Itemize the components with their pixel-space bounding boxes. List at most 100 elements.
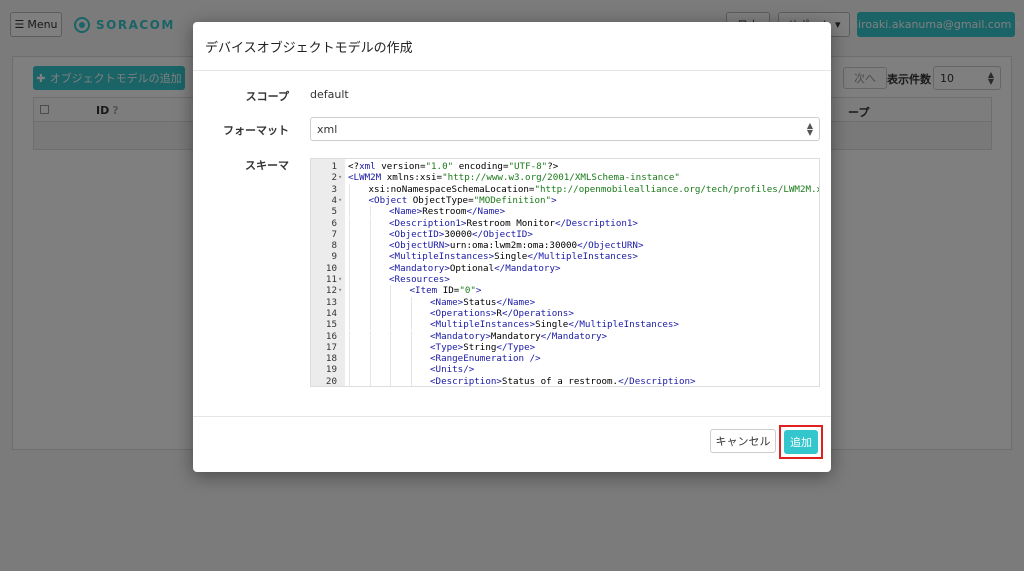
indent-guide: [349, 217, 350, 229]
code-text: <Object ObjectType="MODefinition">: [368, 194, 557, 206]
line-number: 12: [325, 285, 337, 297]
indent-guide: [349, 183, 350, 195]
line-number: 11: [325, 274, 337, 285]
code-line: 7 <ObjectID>30000</ObjectID>: [311, 228, 819, 241]
indent-guide: [349, 240, 350, 252]
code-line: 20 <Description>Status of a restroom.</De…: [311, 375, 819, 387]
code-line: 12 ▾ <Item ID="0">: [311, 285, 819, 297]
code-line: 17 <Type>String</Type>: [311, 341, 819, 354]
code-text: <Description>Status of a restroom.</Desc…: [430, 375, 696, 387]
line-number: 10: [325, 262, 337, 274]
indent-guide: [390, 330, 391, 342]
indent-guide: [410, 296, 412, 308]
scope-value: default: [310, 88, 349, 101]
code-line: 19 <Units/>: [311, 364, 819, 376]
add-button[interactable]: 追加: [784, 430, 818, 454]
indent-guide: [349, 341, 350, 354]
indent-guide: [369, 217, 371, 229]
schema-code-editor[interactable]: 1 <?xml version="1.0" encoding="UTF-8"?> 2…: [310, 158, 820, 387]
indent-guide: [390, 364, 391, 376]
line-number: 6: [331, 217, 337, 229]
code-line: 4 ▾ <Object ObjectType="MODefinition">: [311, 194, 819, 207]
fold-arrow-icon[interactable]: ▾: [338, 285, 342, 296]
indent-guide: [369, 375, 371, 386]
dialog-title: デバイスオブジェクトモデルの作成: [193, 22, 831, 71]
code-line: 10 <Mandatory>Optional</Mandatory>: [311, 262, 819, 274]
code-line: 6 <Description1>Restroom Monitor</Descrip…: [311, 217, 819, 229]
line-number: 4: [331, 194, 337, 206]
indent-guide: [410, 353, 412, 365]
code-text: <ObjectID>30000</ObjectID>: [389, 228, 533, 240]
code-text: <?xml version="1.0" encoding="UTF-8"?>: [348, 161, 559, 172]
line-number: 14: [325, 307, 337, 319]
code-line: 2 ▾ <LWM2M xmlns:xsi="http://www.w3.org/20…: [311, 172, 819, 184]
indent-guide: [369, 228, 371, 241]
code-line: 1 <?xml version="1.0" encoding="UTF-8"?>: [311, 161, 819, 172]
line-number: 3: [331, 183, 337, 195]
indent-guide: [410, 330, 412, 342]
code-text: <Mandatory>Optional</Mandatory>: [389, 262, 561, 274]
indent-guide: [369, 296, 371, 308]
line-number: 5: [331, 206, 337, 218]
indent-guide: [369, 330, 371, 342]
indent-guide: [349, 251, 350, 263]
highlight-box: 追加: [779, 425, 823, 459]
code-text: <MultipleInstances>Single</MultipleInsta…: [389, 251, 638, 263]
create-object-model-dialog: デバイスオブジェクトモデルの作成 スコープ default フォーマット xml…: [193, 22, 831, 472]
line-number: 15: [325, 319, 337, 331]
indent-guide: [390, 285, 391, 297]
indent-guide: [349, 206, 350, 218]
indent-guide: [410, 364, 412, 376]
code-text: <MultipleInstances>Single</MultipleInsta…: [430, 319, 679, 331]
indent-guide: [349, 262, 350, 274]
schema-label: スキーマ: [245, 159, 289, 172]
code-text: <Name>Status</Name>: [430, 296, 536, 308]
dialog-footer: キャンセル 追加: [193, 416, 831, 472]
indent-guide: [349, 228, 350, 241]
indent-guide: [369, 353, 371, 365]
indent-guide: [390, 353, 391, 365]
indent-guide: [349, 319, 350, 331]
fold-arrow-icon[interactable]: ▾: [338, 172, 342, 183]
indent-guide: [369, 341, 371, 354]
indent-guide: [410, 319, 412, 331]
indent-guide: [349, 274, 350, 286]
code-text: <Type>String</Type>: [430, 341, 536, 353]
indent-guide: [369, 307, 371, 320]
indent-guide: [369, 274, 371, 286]
indent-guide: [349, 364, 350, 376]
line-number: 8: [331, 240, 337, 252]
indent-guide: [369, 240, 371, 252]
fold-arrow-icon[interactable]: ▾: [338, 274, 342, 285]
code-line: 13 <Name>Status</Name>: [311, 296, 819, 308]
line-number: 2: [331, 172, 337, 184]
code-text: <ObjectURN>urn:oma:lwm2m:oma:30000</Obje…: [389, 240, 644, 252]
line-number: 19: [325, 364, 337, 376]
code-text: <Mandatory>Mandatory</Mandatory>: [430, 330, 608, 342]
line-number: 18: [325, 353, 337, 365]
line-number: 9: [331, 251, 337, 263]
code-line: 9 <MultipleInstances>Single</MultipleInst…: [311, 251, 819, 263]
code-line: 15 <MultipleInstances>Single</MultipleIns…: [311, 319, 819, 331]
code-text: <Description1>Restroom Monitor</Descript…: [389, 217, 638, 229]
indent-guide: [349, 285, 350, 297]
format-select[interactable]: xml ▲ ▼: [310, 117, 820, 141]
indent-guide: [390, 296, 391, 308]
code-line: 8 <ObjectURN>urn:oma:lwm2m:oma:30000</Obj…: [311, 240, 819, 252]
indent-guide: [390, 307, 391, 320]
line-number: 17: [325, 341, 337, 353]
scope-label: スコープ: [245, 90, 289, 103]
code-line: 18 <RangeEnumeration />: [311, 353, 819, 365]
line-number: 7: [331, 228, 337, 240]
code-text: <Operations>R</Operations>: [430, 307, 574, 319]
cancel-button[interactable]: キャンセル: [710, 429, 776, 453]
indent-guide: [349, 194, 350, 207]
fold-arrow-icon[interactable]: ▾: [338, 195, 342, 206]
code-text: <RangeEnumeration />: [430, 353, 541, 365]
line-number: 13: [325, 296, 337, 308]
line-number: 1: [331, 161, 337, 172]
line-number: 20: [325, 375, 337, 387]
code-line: 3 xsi:noNamespaceSchemaLocation="http://o…: [311, 183, 819, 195]
indent-guide: [369, 319, 371, 331]
indent-guide: [369, 251, 371, 263]
